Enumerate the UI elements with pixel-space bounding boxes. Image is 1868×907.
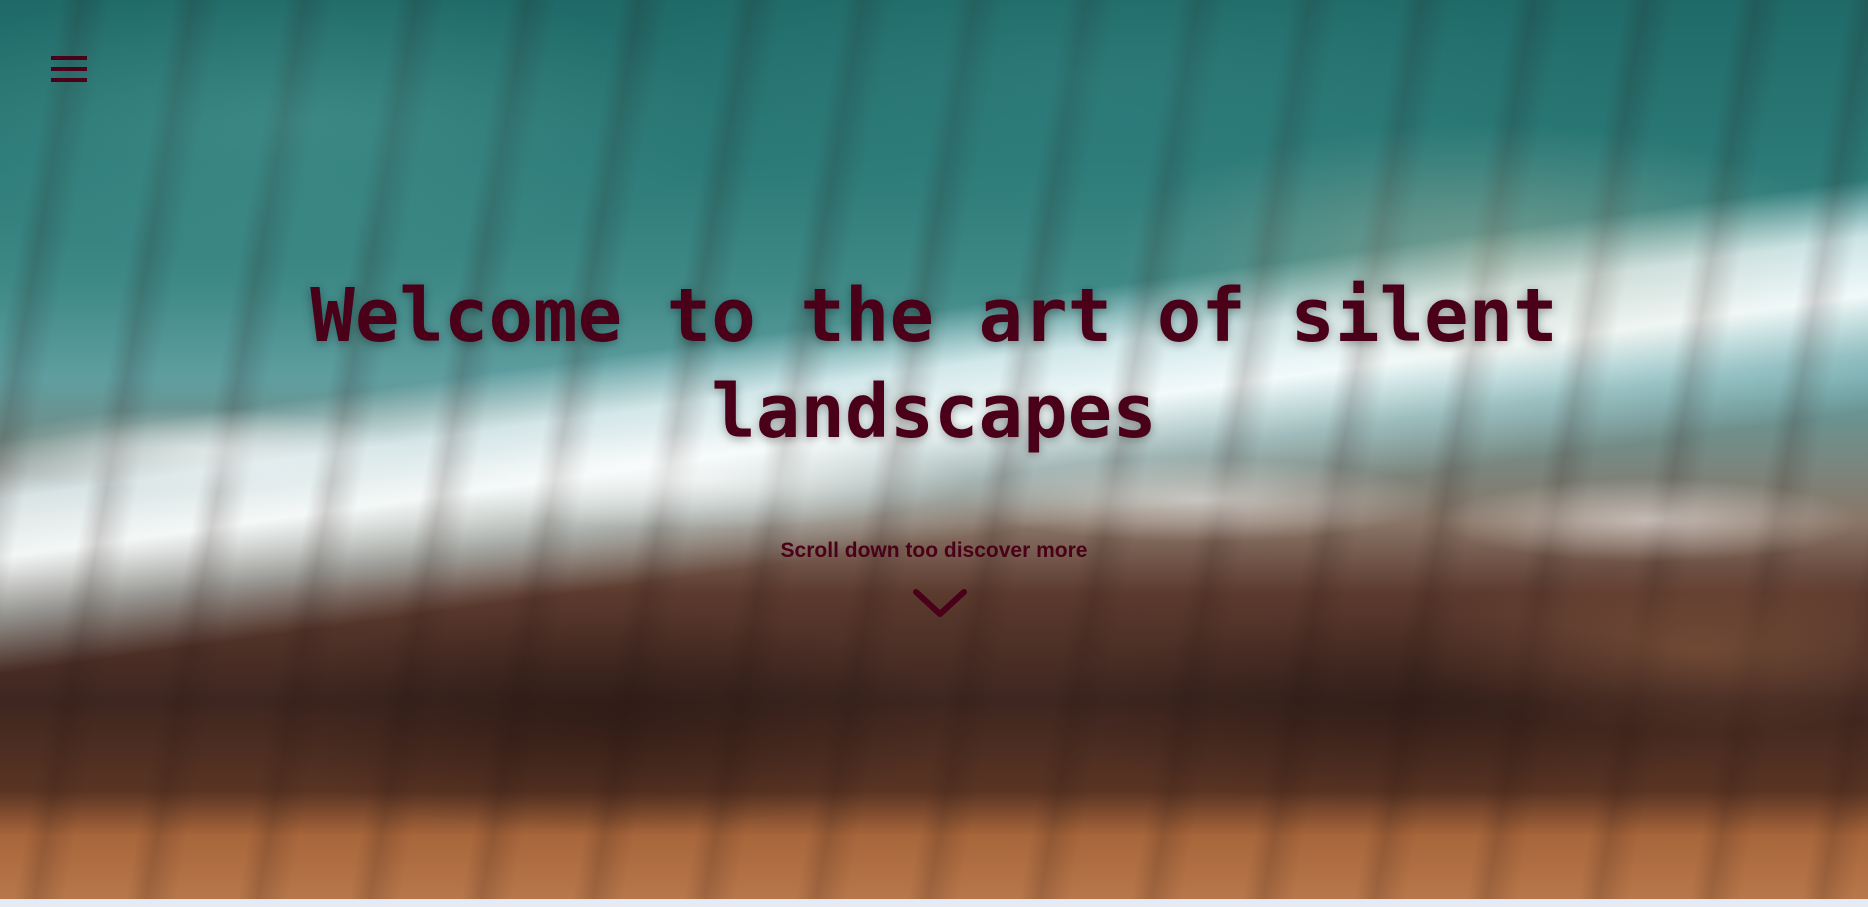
scroll-down-button[interactable]	[912, 586, 968, 620]
hero-title: Welcome to the art of silent landscapes	[310, 273, 1558, 455]
hero-section: Welcome to the art of silent landscapes …	[0, 0, 1868, 899]
chevron-down-icon	[913, 589, 967, 617]
scroll-hint-text: Scroll down too discover more	[780, 539, 1088, 562]
menu-button[interactable]	[50, 54, 88, 84]
hamburger-menu-icon	[51, 56, 87, 82]
page-bottom-edge	[0, 899, 1868, 907]
